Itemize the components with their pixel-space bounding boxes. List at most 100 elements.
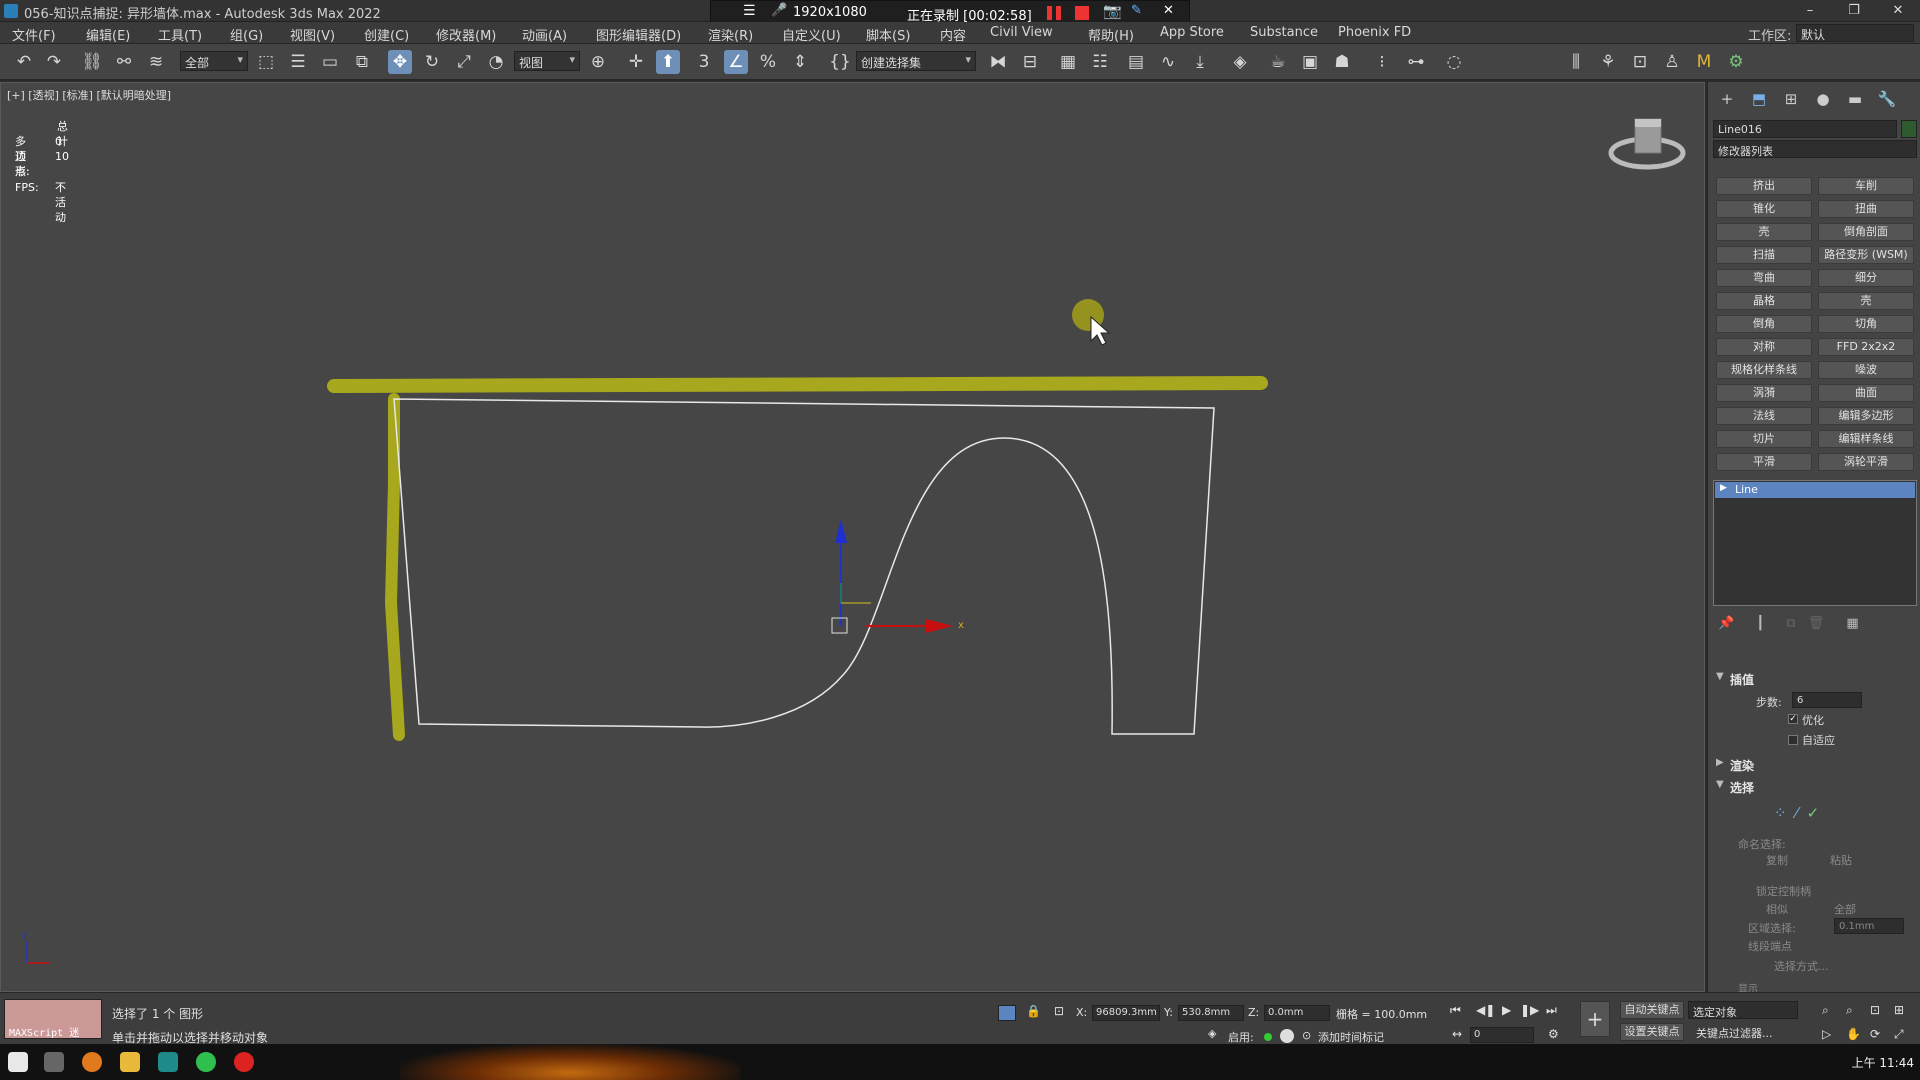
reference-coord-dropdown[interactable]: 视图 [514,51,580,71]
maximize-viewport-icon[interactable]: ⤢ [1894,1027,1904,1042]
modifier-button[interactable]: 挤出 [1716,177,1812,195]
object-name-field[interactable]: Line016 [1713,120,1897,138]
ribbon-icon[interactable]: ▤ [1124,50,1148,74]
measure-icon[interactable]: ⊶ [1404,50,1428,74]
rendered-frame-icon[interactable]: ▣ [1298,50,1322,74]
modifier-button[interactable]: 切角 [1818,315,1914,333]
rollout-collapse-icon[interactable]: ▼ [1716,779,1724,790]
alike-radio[interactable]: 相似 [1766,901,1788,917]
link-icon[interactable]: ⛓ [80,50,104,74]
go-to-start-icon[interactable]: ⏮ [1450,1003,1461,1018]
recorder-close-icon[interactable]: ✕ [1163,3,1174,18]
close-window-button[interactable]: ✕ [1876,0,1920,22]
spinner-snap-icon[interactable]: ⇕ [788,50,812,74]
modifier-button[interactable]: 编辑样条线 [1818,430,1914,448]
wall-spline-shape[interactable] [393,398,1215,735]
modifier-stack[interactable]: Line ▶ [1713,480,1917,606]
unlink-icon[interactable]: ⚯ [112,50,136,74]
recorder-icon[interactable] [234,1052,254,1072]
modifier-list-dropdown[interactable]: 修改器列表 [1713,140,1917,158]
key-filter-selection-dropdown[interactable]: 选定对象 [1688,1001,1798,1019]
state-sets-icon[interactable]: ⫼ [1564,50,1588,74]
adaptive-checkbox[interactable] [1788,735,1798,745]
browser-icon[interactable] [82,1052,102,1072]
move-icon[interactable]: ✥ [388,50,412,74]
character-icon[interactable]: ♙ [1660,50,1684,74]
time-tag-icon[interactable]: ⊙ [1302,1029,1311,1042]
scale-icon[interactable]: ⤢ [452,50,476,74]
selection-rollout[interactable]: ▼ 选择 [1712,778,1917,796]
zoom-extents-icon[interactable]: ⊡ [1870,1003,1880,1017]
keyboard-shortcut-override-icon[interactable]: ⬆ [656,50,680,74]
modifier-button[interactable]: 倒角剖面 [1818,223,1914,241]
next-frame-icon[interactable]: ❚▶ [1520,1003,1539,1017]
expand-arrow-icon[interactable]: ▶ [1720,483,1727,493]
zoom-all-icon[interactable]: ⌕ [1846,1003,1853,1018]
recorder-pen-icon[interactable]: ✎ [1131,3,1142,18]
rendering-rollout[interactable]: ▶ 渲染 [1712,756,1917,774]
menu-customize[interactable]: 自定义(U) [782,25,841,44]
segment-end-label[interactable]: 线段端点 [1748,938,1792,954]
enable-toggle[interactable] [1280,1029,1294,1043]
modifier-button[interactable]: FFD 2x2x2 [1818,338,1914,356]
select-manipulate-icon[interactable]: ✛ [624,50,648,74]
recorder-stop-icon[interactable] [1075,6,1089,20]
modifier-button[interactable]: 涡轮平滑 [1818,453,1914,471]
modifier-button[interactable]: 细分 [1818,269,1914,287]
3dsmax-icon[interactable] [158,1052,178,1072]
create-tab-icon[interactable]: + [1716,90,1738,110]
menu-edit[interactable]: 编辑(E) [86,25,130,44]
key-filters-button[interactable]: 关键点过滤器... [1696,1025,1773,1041]
restore-button[interactable]: ❐ [1832,0,1876,22]
menu-rendering[interactable]: 渲染(R) [708,25,753,44]
named-selection-dropdown[interactable]: 创建选择集 [856,51,976,71]
modifier-button[interactable]: 锥化 [1716,200,1812,218]
compact-material-icon[interactable]: ⚘ [1596,50,1620,74]
modifier-button[interactable]: 编辑多边形 [1818,407,1914,425]
wechat-icon[interactable] [196,1052,216,1072]
display-tab-icon[interactable]: ▬ [1844,90,1866,110]
modifier-button[interactable]: 路径变形 (WSM) [1818,246,1914,264]
object-color-swatch[interactable] [1901,120,1917,138]
menu-tools[interactable]: 工具(T) [158,25,202,44]
lock-handles-label[interactable]: 锁定控制柄 [1756,883,1811,899]
material-editor-icon[interactable]: ◈ [1228,50,1252,74]
selection-lock-icon[interactable]: 🔒 [1026,1004,1041,1018]
menu-create[interactable]: 创建(C) [364,25,409,44]
menu-modifiers[interactable]: 修改器(M) [436,25,496,44]
move-gizmo[interactable]: x [831,519,964,634]
modify-tab-icon[interactable]: ⬒ [1748,90,1770,110]
recorder-mic-icon[interactable]: 🎤 [771,3,787,18]
play-icon[interactable]: ▶ [1502,1003,1511,1017]
modifier-button[interactable]: 规格化样条线 [1716,361,1812,379]
menu-help[interactable]: 帮助(H) [1088,25,1134,44]
modifier-button[interactable]: 扫描 [1716,246,1812,264]
utilities-tab-icon[interactable]: 🔧 [1876,90,1898,110]
schematic-icon[interactable]: ⤓ [1188,50,1212,74]
perspective-viewport[interactable]: [+] [透视] [标准] [默认明暗处理] 总计 多边形: 0 顶点: 10 FP… [0,82,1705,992]
optimize-checkbox[interactable]: ✓ [1788,714,1798,724]
undo-icon[interactable]: ↶ [12,50,36,74]
modifier-button[interactable]: 倒角 [1716,315,1812,333]
task-view-icon[interactable] [44,1052,64,1072]
orbit-icon[interactable]: ⟳ [1870,1027,1880,1041]
show-end-result-icon[interactable]: ┃ [1756,616,1764,631]
viewport-canvas[interactable]: x z [1,83,1704,991]
recorder-menu-icon[interactable]: ☰ [743,3,756,19]
maxscript-listener-icon[interactable]: M [1692,50,1716,74]
area-select-spinner[interactable]: 0.1mm [1834,918,1904,934]
edit-named-sets-icon[interactable]: {} [828,50,852,74]
vertex-mode-icon[interactable]: ⁘ [1774,804,1787,822]
modifier-button[interactable]: 车削 [1818,177,1914,195]
remove-modifier-icon[interactable]: 🗑 [1808,616,1825,631]
modifier-button[interactable]: 曲面 [1818,384,1914,402]
select-by-name-icon[interactable]: ☰ [286,50,310,74]
zoom-icon[interactable]: ⌕ [1822,1003,1829,1018]
steps-spinner[interactable]: 6 [1792,692,1862,708]
enable-status-dot[interactable] [1264,1033,1272,1041]
spline-mode-icon[interactable]: ✓ [1807,804,1820,822]
percent-snap-icon[interactable]: % [756,50,780,74]
menu-phoenix-fd[interactable]: Phoenix FD [1338,25,1411,40]
curve-editor-icon[interactable]: ∿ [1156,50,1180,74]
segment-mode-icon[interactable]: ⁄ [1795,804,1798,822]
